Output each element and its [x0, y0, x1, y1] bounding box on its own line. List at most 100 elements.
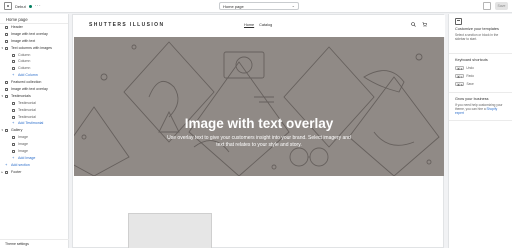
section-list: Header Image with text overlay Image with … — [0, 24, 68, 176]
testimonial-icon — [12, 108, 15, 112]
save-button[interactable]: Save — [495, 2, 508, 10]
sidebar-item-image[interactable]: Image — [0, 134, 68, 141]
store-header[interactable]: SHUTTERS ILLUSION Home Catalog — [73, 15, 445, 37]
theme-name: Debut — [15, 3, 26, 9]
sidebar-item-image-with-text-overlay[interactable]: Image with text overlay — [0, 31, 68, 38]
image-text-icon — [5, 39, 8, 43]
footer-icon — [5, 170, 8, 174]
help-panel: Customize your templates Select a sectio… — [448, 14, 512, 248]
sidebar-item-label: Add Testimonial — [18, 121, 44, 126]
more-actions-icon[interactable]: ··· — [35, 3, 42, 9]
sidebar-item-column[interactable]: Column — [0, 65, 68, 72]
sidebar-item-column[interactable]: Column — [0, 52, 68, 59]
page-selector[interactable]: Home page ⌄ — [219, 2, 299, 10]
column-icon — [12, 67, 15, 71]
plus-icon: + — [12, 120, 15, 126]
sidebar-item-label: Add Image — [18, 155, 36, 160]
testimonial-icon — [12, 115, 15, 119]
customize-section: Customize your templates Select a sectio… — [449, 14, 512, 54]
add-section-button[interactable]: + Add section — [0, 162, 68, 169]
sidebar-item-label: Image with text overlay — [11, 31, 48, 36]
header-icon — [5, 26, 8, 29]
sections-sidebar: Home page Header Image with text overlay I… — [0, 14, 69, 248]
expand-toggle-icon[interactable]: ▸ — [2, 169, 4, 176]
sidebar-item-label: Testimonial — [18, 114, 36, 119]
sidebar-item-label: Column — [18, 52, 31, 57]
image-placeholder[interactable] — [128, 213, 212, 248]
sidebar-item-testimonial[interactable]: Testimonial — [0, 100, 68, 107]
shortcut-key: ⌘ Y — [455, 73, 465, 79]
shortcut-key: ⌘ S — [455, 81, 465, 87]
device-preview-icon[interactable] — [483, 2, 491, 10]
hero-subtitle: Use overlay text to give your customers … — [167, 135, 351, 148]
sidebar-item-column[interactable]: Column — [0, 58, 68, 65]
add-column-button[interactable]: + Add Column — [0, 72, 68, 79]
sidebar-item-text-columns-with-images[interactable]: ▾ Text columns with images — [0, 45, 68, 52]
store-logo[interactable]: SHUTTERS ILLUSION — [89, 22, 164, 28]
storefront: SHUTTERS ILLUSION Home Catalog Image wit… — [72, 14, 445, 248]
template-icon — [455, 18, 462, 25]
columns-icon — [5, 46, 8, 50]
sidebar-item-label: Featured collection — [11, 80, 42, 85]
theme-settings-link[interactable]: Theme settings — [0, 239, 69, 248]
sidebar-item-image-with-text[interactable]: Image with text — [0, 38, 68, 45]
sidebar-item-label: Text columns with images — [11, 45, 52, 50]
sidebar-item-image-with-text-overlay[interactable]: Image with text overlay — [0, 86, 68, 93]
plus-icon: + — [12, 154, 15, 160]
hero-title: Image with text overlay — [184, 116, 334, 131]
quote-icon — [5, 94, 8, 98]
sidebar-item-label: Column — [18, 66, 31, 71]
sidebar-item-image[interactable]: Image — [0, 148, 68, 155]
testimonial-icon — [12, 101, 15, 105]
sidebar-item-label: Image — [18, 142, 28, 147]
expand-toggle-icon[interactable]: ▾ — [2, 93, 4, 100]
theme-editor: Debut ··· Home page ⌄ Save Home page Hea… — [0, 0, 512, 248]
cart-icon[interactable] — [422, 22, 427, 27]
column-icon — [12, 60, 15, 64]
business-title: Grow your business — [455, 97, 489, 101]
header-icons — [411, 22, 427, 27]
sidebar-item-image[interactable]: Image — [0, 141, 68, 148]
sidebar-item-header[interactable]: Header — [0, 24, 68, 31]
sidebar-item-label: Footer — [11, 169, 22, 174]
shortcuts-section: Keyboard shortcuts ⌘ Z Undo ⌘ Y Redo ⌘ S… — [449, 54, 512, 93]
sidebar-item-label: Image with text overlay — [11, 87, 48, 92]
image-icon — [12, 150, 15, 154]
shortcuts-title: Keyboard shortcuts — [455, 58, 488, 62]
hero-illustration — [74, 41, 440, 176]
customize-title: Customize your templates — [455, 27, 499, 31]
sidebar-item-label: Column — [18, 59, 31, 64]
add-image-button[interactable]: + Add Image — [0, 155, 68, 162]
store-preview: SHUTTERS ILLUSION Home Catalog Image wit… — [72, 14, 445, 248]
hero-image-overlay[interactable]: Image with text overlay Use overlay text… — [74, 37, 444, 176]
shortcut-undo: ⌘ Z Undo — [455, 64, 506, 72]
top-bar-right: Save — [483, 2, 508, 10]
customize-text: Select a section or block in the sidebar… — [455, 33, 499, 42]
collection-icon — [5, 81, 8, 85]
gallery-icon — [5, 129, 8, 133]
sidebar-item-testimonial[interactable]: Testimonial — [0, 107, 68, 114]
image-overlay-icon — [5, 32, 8, 36]
image-icon — [12, 136, 15, 140]
sidebar-item-testimonial[interactable]: Testimonial — [0, 114, 68, 121]
shortcut-redo: ⌘ Y Redo — [455, 72, 506, 80]
sidebar-item-testimonials[interactable]: ▾ Testimonials — [0, 93, 68, 100]
plus-icon: + — [12, 72, 15, 78]
shortcut-label: Redo — [466, 74, 475, 78]
business-section: Grow your business If you need help cust… — [449, 93, 512, 121]
sidebar-item-label: Add Column — [18, 73, 38, 78]
shortcut-key: ⌘ Z — [455, 65, 465, 71]
sidebar-item-label: Testimonial — [18, 107, 36, 112]
expand-toggle-icon[interactable]: ▾ — [2, 127, 4, 134]
sidebar-item-footer[interactable]: ▸ Footer — [0, 169, 68, 176]
nav-home[interactable]: Home — [244, 23, 254, 27]
sidebar-item-gallery[interactable]: ▾ Gallery — [0, 127, 68, 134]
add-testimonial-button[interactable]: + Add Testimonial — [0, 120, 68, 127]
sidebar-item-label: Gallery — [11, 128, 23, 133]
exit-icon[interactable] — [4, 2, 12, 10]
search-icon[interactable] — [411, 22, 416, 27]
sidebar-item-featured-collection[interactable]: Featured collection — [0, 79, 68, 86]
nav-catalog[interactable]: Catalog — [259, 23, 272, 27]
page-selector-value: Home page — [223, 4, 244, 9]
expand-toggle-icon[interactable]: ▾ — [2, 45, 4, 52]
